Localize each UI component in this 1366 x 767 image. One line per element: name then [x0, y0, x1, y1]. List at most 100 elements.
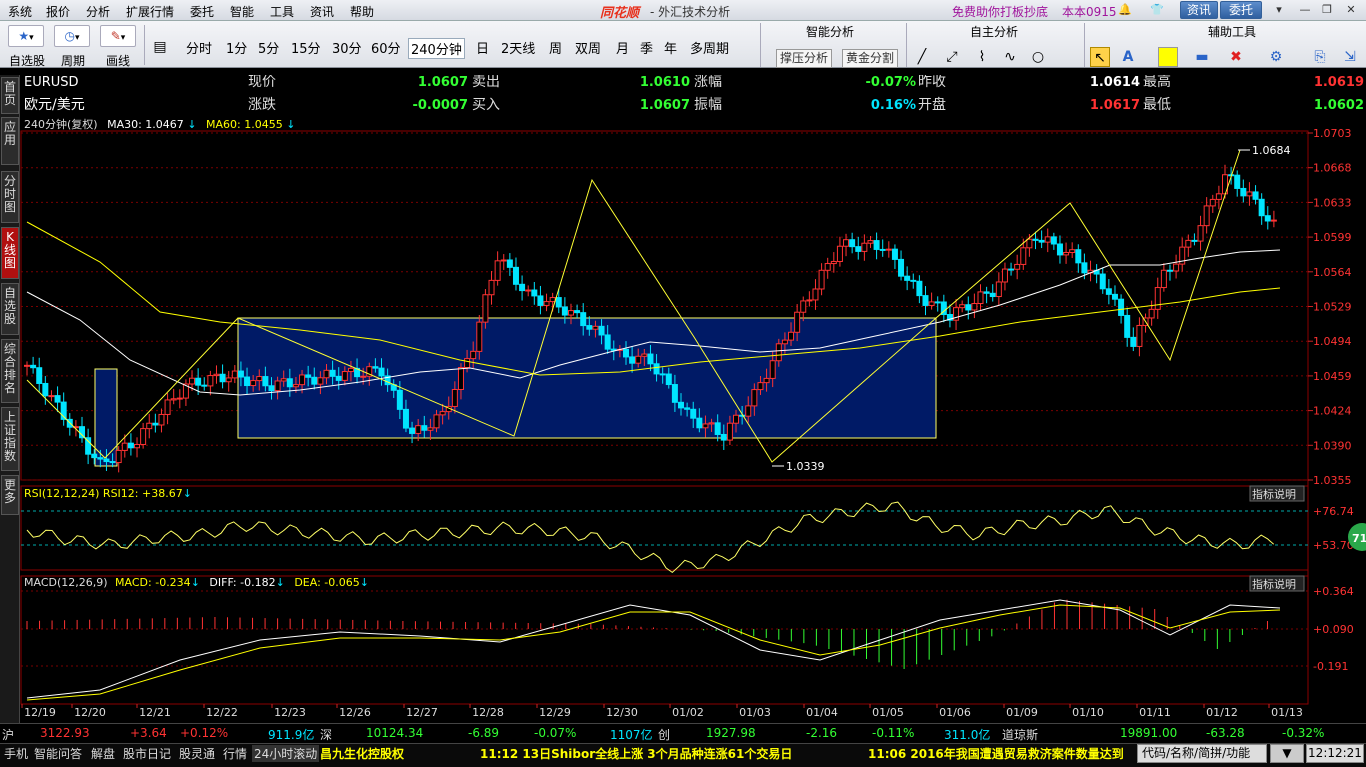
star-icon[interactable]: ★▾ — [8, 25, 44, 47]
wave-tool-icon[interactable]: ∿ — [1000, 47, 1020, 67]
tab-diary[interactable]: 股市日记 — [121, 745, 173, 762]
delete-icon[interactable]: ✖ — [1226, 47, 1246, 67]
candle-body — [659, 373, 666, 376]
candle-body — [1026, 238, 1033, 249]
nav-watchlist[interactable]: 自选股 — [1, 283, 19, 335]
tab-gulingtong[interactable]: 股灵通 — [177, 745, 217, 762]
nav-sh-index[interactable]: 上证指数 — [1, 407, 19, 471]
tab-quotes[interactable]: 行情 — [221, 745, 249, 762]
export-icon[interactable]: ⎘ — [1310, 47, 1330, 67]
candle-body — [482, 294, 489, 323]
candle-body — [464, 358, 471, 369]
menu-smart[interactable]: 智能 — [230, 3, 254, 20]
index-status-item: -63.28 — [1206, 726, 1245, 740]
menu-help[interactable]: 帮助 — [350, 3, 374, 20]
date-tick-label: 12/22 — [206, 706, 238, 719]
menu-ext-quote[interactable]: 扩展行情 — [126, 3, 174, 20]
period-quarter[interactable]: 季 — [638, 38, 655, 57]
circle-tool-icon[interactable]: ○ — [1028, 47, 1048, 67]
text-tool-icon[interactable]: A — [1118, 47, 1138, 67]
tab-24h-scroll[interactable]: 24小时滚动 — [252, 745, 320, 762]
maximize-icon[interactable]: ❐ — [1320, 3, 1334, 17]
period-fenshi[interactable]: 分时 — [184, 38, 214, 57]
period-2day[interactable]: 2天线 — [499, 38, 537, 57]
nav-home[interactable]: 首页 — [1, 77, 19, 114]
support-resistance-button[interactable]: 撑压分析 — [776, 49, 833, 68]
rsi-indicator-help-button[interactable]: 指标说明 — [1252, 487, 1296, 501]
pencil-icon[interactable]: ✎▾ — [100, 25, 136, 47]
period-240min[interactable]: 240分钟 — [408, 38, 465, 59]
clock-icon[interactable]: ◷▾ — [54, 25, 90, 47]
bell-icon[interactable]: 🔔 — [1118, 3, 1132, 17]
period-30min[interactable]: 30分 — [330, 38, 364, 57]
date-tick-label: 12/23 — [274, 706, 306, 719]
chevron-down-icon[interactable]: ▾ — [1272, 3, 1286, 17]
price-tick-label: 1.0564 — [1313, 266, 1352, 279]
candle-body — [861, 242, 868, 252]
expand-icon[interactable]: ⇲ — [1340, 47, 1360, 67]
period-year[interactable]: 年 — [662, 38, 679, 57]
polyline-tool-icon[interactable]: ⌇ — [972, 47, 992, 67]
menu-system[interactable]: 系统 — [8, 3, 32, 20]
news-item-1[interactable]: 11:12 13日Shibor全线上涨 3个月品种连涨61个交易日 — [480, 745, 792, 762]
ray-tool-icon[interactable]: ⤢ — [942, 47, 962, 67]
index-status-item: 创 — [658, 728, 671, 742]
golden-ratio-button[interactable]: 黄金分割 — [842, 49, 899, 68]
period-multi[interactable]: 多周期 — [688, 38, 731, 57]
code-search-input[interactable]: 代码/名称/简拼/功能 — [1137, 744, 1267, 763]
menu-tools[interactable]: 工具 — [270, 3, 294, 20]
candle-body — [36, 367, 43, 384]
candle-body — [763, 377, 770, 384]
candle-body — [512, 266, 519, 285]
settings-gear-icon[interactable]: ⚙ — [1266, 47, 1286, 67]
panel-toggle-icon[interactable]: ▤ — [150, 37, 170, 57]
period-15min[interactable]: 15分 — [289, 38, 323, 57]
minimize-icon[interactable]: — — [1298, 3, 1312, 17]
nav-ranking[interactable]: 综合排名 — [1, 339, 19, 403]
candle-body — [519, 283, 526, 292]
candle-body — [843, 239, 850, 247]
arrow-down-icon[interactable]: ▼ — [1270, 744, 1304, 763]
news-item-2[interactable]: 11:06 2016年我国遭遇贸易救济案件数量达到 — [868, 745, 1124, 762]
quote-label: 买入 — [472, 97, 500, 113]
nav-kline[interactable]: K线图 — [1, 227, 19, 279]
color-picker-icon[interactable] — [1158, 47, 1178, 67]
index-status-item: 311.0亿 — [944, 728, 991, 742]
rsi-tick-label: +76.74 — [1313, 505, 1354, 518]
candle-body — [1166, 269, 1173, 272]
divider — [144, 25, 145, 65]
menu-trade[interactable]: 委托 — [190, 3, 214, 20]
menu-news[interactable]: 资讯 — [310, 3, 334, 20]
clock: 12:12:21 — [1306, 744, 1364, 763]
period-5min[interactable]: 5分 — [256, 38, 281, 57]
menu-analysis[interactable]: 分析 — [86, 3, 110, 20]
nav-timeshare[interactable]: 分时图 — [1, 171, 19, 223]
nav-more[interactable]: 更多 — [1, 475, 19, 515]
news-button[interactable]: 资讯 — [1180, 1, 1218, 19]
macd-indicator-help-button[interactable]: 指标说明 — [1252, 577, 1296, 591]
line-tool-icon[interactable]: ╱ — [912, 47, 932, 67]
period-day[interactable]: 日 — [474, 38, 491, 57]
line-style-icon[interactable]: ▬ — [1192, 47, 1212, 67]
period-60min[interactable]: 60分 — [369, 38, 403, 57]
symbol-code: EURUSD — [24, 75, 79, 90]
tab-mobile[interactable]: 手机 — [2, 745, 30, 762]
period-1min[interactable]: 1分 — [224, 38, 249, 57]
index-status-item: +0.12% — [180, 726, 229, 740]
period-month[interactable]: 月 — [614, 38, 631, 57]
cursor-icon[interactable]: ↖ — [1090, 47, 1110, 67]
symbol-name: 欧元/美元 — [24, 97, 85, 113]
price-tick-label: 1.0424 — [1313, 405, 1352, 418]
index-status-item: 深 — [320, 728, 333, 742]
menu-quote[interactable]: 报价 — [46, 3, 70, 20]
promo-link[interactable]: 免费助你打板抄底 — [952, 3, 1048, 20]
period-week[interactable]: 周 — [547, 38, 564, 57]
news-stock[interactable]: 昌九生化控股权 — [320, 745, 404, 762]
close-icon[interactable]: ✕ — [1344, 3, 1358, 17]
nav-apps[interactable]: 应用 — [1, 117, 19, 165]
tab-jiepan[interactable]: 解盘 — [89, 745, 117, 762]
shirt-icon[interactable]: 👕 — [1150, 3, 1164, 17]
period-2week[interactable]: 双周 — [573, 38, 603, 57]
trade-button[interactable]: 委托 — [1220, 1, 1262, 19]
tab-smart-qa[interactable]: 智能问答 — [32, 745, 84, 762]
